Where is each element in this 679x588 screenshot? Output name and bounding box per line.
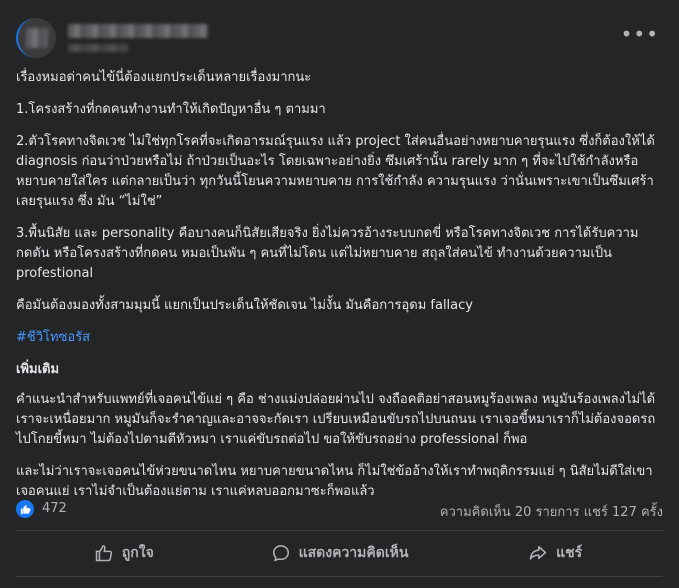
avatar[interactable] <box>16 18 56 58</box>
hashtag-link[interactable]: #ชีวิโทซอรัส <box>16 328 666 348</box>
post-meta-blurred <box>68 44 128 52</box>
post-paragraph: คือมันต้องมองทั้งสามมุมนี้ แยกเป็นประเด็… <box>16 298 473 313</box>
post-stats: 472 ความคิดเห็น 20 รายการ แชร์ 127 ครั้ง <box>16 498 663 520</box>
post-paragraph: 1.โครงสร้างที่กดคนทำงานทำให้เกิดปัญหาอื่… <box>16 102 326 117</box>
post-paragraph: 2.ตัวโรคทางจิตเวช ไม่ใช่ทุกโรคที่จะเกิดอ… <box>16 134 655 209</box>
post-paragraph: 3.พื้นนิสัย และ personality คือบางคนก็นิ… <box>16 226 639 281</box>
share-icon <box>529 546 547 560</box>
thumbs-up-icon[interactable] <box>16 500 34 518</box>
post-paragraph: คำแนะนำสำหรับแพทย์ที่เจอคนไข้แย่ ๆ คือ ช… <box>16 392 656 447</box>
share-button[interactable]: แชร์ <box>447 536 663 570</box>
like-button[interactable]: ถูกใจ <box>16 536 232 570</box>
more-options-icon[interactable]: ••• <box>621 22 659 46</box>
like-count[interactable]: 472 <box>42 501 67 516</box>
post-header: ••• <box>16 18 663 58</box>
thumbs-up-icon <box>95 545 112 562</box>
action-bar: ถูกใจ แสดงความคิดเห็น แชร์ <box>16 536 663 570</box>
author-name-blurred[interactable] <box>68 24 208 38</box>
comment-button[interactable]: แสดงความคิดเห็น <box>232 536 448 570</box>
divider <box>16 576 663 577</box>
like-label: ถูกใจ <box>121 545 154 561</box>
post-paragraph: และไม่ว่าเราจะเจอคนไข้ห่วยขนาดไหน หยาบคา… <box>16 464 653 499</box>
comments-shares-count[interactable]: ความคิดเห็น 20 รายการ แชร์ 127 ครั้ง <box>440 501 663 522</box>
share-label: แชร์ <box>556 545 583 561</box>
comment-icon <box>272 545 289 562</box>
post-body: เรื่องหมอด่าคนไข้นี่ต้องแยกประเด็นหลายเร… <box>16 68 666 514</box>
post-paragraph: เรื่องหมอด่าคนไข้นี่ต้องแยกประเด็นหลายเร… <box>16 70 312 85</box>
comment-label: แสดงความคิดเห็น <box>298 545 409 561</box>
post-card: ••• เรื่องหมอด่าคนไข้นี่ต้องแยกประเด็นหล… <box>0 0 679 588</box>
divider <box>16 530 663 531</box>
addendum-title: เพิ่มเติม <box>16 362 60 377</box>
